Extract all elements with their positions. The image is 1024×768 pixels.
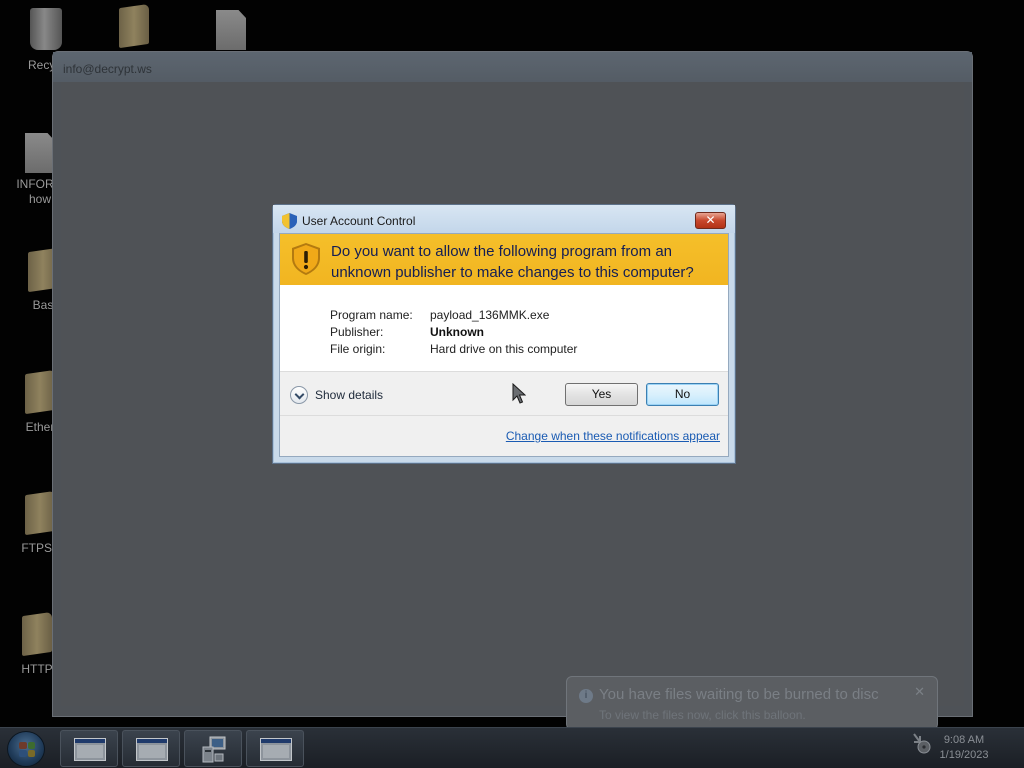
- detail-row-file-origin: File origin: Hard drive on this computer: [330, 341, 577, 358]
- program-details: Program name: payload_136MMK.exe Publish…: [330, 307, 577, 358]
- clock-date: 1/19/2023: [939, 749, 989, 761]
- divider: [280, 415, 728, 416]
- chevron-down-icon: [290, 386, 308, 404]
- taskbar-button-window-2[interactable]: [122, 730, 180, 767]
- uac-titlebar: User Account Control ✕: [273, 205, 735, 233]
- info-icon: i: [579, 689, 593, 703]
- window-icon: [136, 738, 168, 761]
- balloon-close-icon[interactable]: ✕: [914, 684, 925, 700]
- close-button[interactable]: ✕: [695, 212, 726, 229]
- detail-row-program-name: Program name: payload_136MMK.exe: [330, 307, 577, 324]
- taskbar-button-window-1[interactable]: [60, 730, 118, 767]
- windows-logo-icon: [19, 742, 35, 757]
- taskbar-button-computer[interactable]: [184, 730, 242, 767]
- change-notifications-link[interactable]: Change when these notifications appear: [506, 429, 720, 443]
- button-area: Show details Yes No Change when these no…: [280, 371, 728, 456]
- balloon-body: To view the files now, click this balloo…: [599, 708, 806, 722]
- detail-key: Publisher:: [330, 325, 384, 339]
- uac-title: User Account Control: [302, 214, 416, 228]
- start-button[interactable]: [7, 731, 45, 767]
- balloon-notification[interactable]: i You have files waiting to be burned to…: [566, 676, 938, 730]
- balloon-title: You have files waiting to be burned to d…: [599, 686, 879, 703]
- folder-icon: [25, 369, 55, 415]
- clock-time: 9:08 AM: [943, 734, 985, 746]
- document-icon: [216, 10, 246, 50]
- desktop-icon-document[interactable]: [191, 10, 271, 50]
- publisher-value: Unknown: [430, 325, 484, 339]
- detail-key: File origin:: [330, 342, 386, 356]
- uac-question: Do you want to allow the following progr…: [331, 243, 694, 281]
- folder-icon: [119, 3, 149, 49]
- folder-icon: [22, 611, 52, 657]
- detail-key: Program name:: [330, 308, 413, 322]
- taskbar: 9:08 AM 1/19/2023: [0, 727, 1024, 768]
- warning-banner: Do you want to allow the following progr…: [280, 234, 728, 285]
- no-button[interactable]: No: [646, 383, 719, 406]
- computer-icon: [202, 736, 226, 763]
- show-details-toggle[interactable]: Show details: [290, 386, 383, 404]
- folder-icon: [25, 490, 55, 536]
- system-clock[interactable]: 9:08 AM 1/19/2023: [932, 733, 996, 763]
- uac-dialog: User Account Control ✕ Do you want to al…: [272, 204, 736, 464]
- disc-burner-tray-icon[interactable]: [910, 732, 932, 754]
- desktop-icon-folder[interactable]: [94, 3, 174, 49]
- shield-icon: [282, 213, 297, 229]
- window-icon: [74, 738, 106, 761]
- uac-content: Do you want to allow the following progr…: [279, 233, 729, 457]
- program-name-value: payload_136MMK.exe: [430, 308, 550, 322]
- document-icon: [25, 133, 55, 173]
- window-icon: [260, 738, 292, 761]
- detail-row-publisher: Publisher: Unknown: [330, 324, 577, 341]
- recycle-bin-icon: [30, 8, 62, 50]
- show-details-label: Show details: [315, 388, 384, 402]
- mouse-cursor-icon: [512, 383, 526, 404]
- yes-button[interactable]: Yes: [565, 383, 638, 406]
- taskbar-button-window-3[interactable]: [246, 730, 304, 767]
- file-origin-value: Hard drive on this computer: [430, 342, 578, 356]
- background-window-title: info@decrypt.ws: [53, 52, 972, 82]
- warning-shield-icon: [292, 243, 320, 275]
